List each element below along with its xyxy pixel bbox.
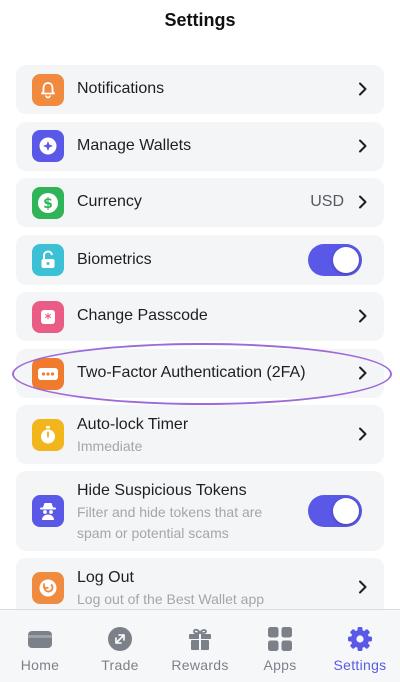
row-subtitle: Immediate bbox=[77, 438, 143, 454]
toggle-knob bbox=[333, 247, 359, 273]
settings-row-auto-lock[interactable]: Auto-lock Timer Immediate bbox=[16, 405, 384, 464]
toggle-knob bbox=[333, 498, 359, 524]
svg-text:*: * bbox=[45, 312, 52, 326]
stopwatch-icon bbox=[32, 419, 64, 451]
tab-apps[interactable]: Apps bbox=[240, 610, 320, 682]
tab-bar: Home Trade Rewards Apps Settings bbox=[0, 609, 400, 682]
chevron-right-icon bbox=[359, 195, 367, 209]
password-dots-icon bbox=[32, 358, 64, 390]
hide-tokens-toggle[interactable] bbox=[308, 495, 362, 527]
settings-row-change-passcode[interactable]: * Change Passcode bbox=[16, 292, 384, 341]
tab-rewards[interactable]: Rewards bbox=[160, 610, 240, 682]
tab-trade[interactable]: Trade bbox=[80, 610, 160, 682]
tab-home[interactable]: Home bbox=[0, 610, 80, 682]
biometrics-toggle[interactable] bbox=[308, 244, 362, 276]
logout-icon bbox=[32, 572, 64, 604]
settings-row-biometrics: Biometrics bbox=[16, 235, 384, 285]
chevron-right-icon bbox=[359, 580, 367, 594]
row-label: Log Out bbox=[77, 569, 134, 586]
chevron-right-icon bbox=[359, 82, 367, 96]
tab-label: Rewards bbox=[171, 657, 229, 673]
chevron-right-icon bbox=[359, 366, 367, 380]
settings-row-hide-tokens: Hide Suspicious Tokens Filter and hide t… bbox=[16, 471, 384, 551]
chevron-right-icon bbox=[359, 427, 367, 441]
spy-icon bbox=[32, 495, 64, 527]
chevron-right-icon bbox=[359, 139, 367, 153]
row-label: Manage Wallets bbox=[77, 137, 192, 154]
bell-icon bbox=[32, 74, 64, 106]
row-label: Hide Suspicious Tokens bbox=[77, 482, 247, 499]
tab-label: Home bbox=[20, 657, 60, 673]
settings-row-currency[interactable]: $ Currency USD bbox=[16, 178, 384, 227]
row-label: Biometrics bbox=[77, 251, 152, 268]
dollar-icon: $ bbox=[32, 187, 64, 219]
grid-icon bbox=[267, 626, 293, 652]
settings-row-manage-wallets[interactable]: Manage Wallets bbox=[16, 122, 384, 171]
tab-settings[interactable]: Settings bbox=[320, 610, 400, 682]
settings-row-notifications[interactable]: Notifications bbox=[16, 65, 384, 114]
tab-label: Apps bbox=[263, 657, 297, 673]
tab-label: Trade bbox=[101, 657, 139, 673]
row-label: Currency bbox=[77, 193, 142, 210]
page-title: Settings bbox=[164, 10, 236, 30]
svg-text:$: $ bbox=[43, 196, 53, 212]
settings-row-two-factor[interactable]: Two-Factor Authentication (2FA) bbox=[16, 349, 384, 398]
tab-label: Settings bbox=[333, 657, 387, 673]
row-label: Two-Factor Authentication (2FA) bbox=[77, 364, 306, 381]
gift-icon bbox=[187, 626, 213, 652]
row-label: Notifications bbox=[77, 80, 165, 97]
chevron-right-icon bbox=[359, 309, 367, 323]
unlock-icon bbox=[32, 244, 64, 276]
gear-icon bbox=[347, 626, 373, 652]
row-label: Auto-lock Timer bbox=[77, 416, 189, 433]
row-label: Change Passcode bbox=[77, 307, 208, 324]
wallet-icon bbox=[32, 130, 64, 162]
currency-value: USD bbox=[310, 193, 344, 210]
row-subtitle: Log out of the Best Wallet app bbox=[77, 591, 265, 607]
asterisk-icon: * bbox=[32, 301, 64, 333]
wallet-card-icon bbox=[27, 626, 53, 652]
swap-icon bbox=[107, 626, 133, 652]
row-subtitle: Filter and hide tokens that are spam or … bbox=[77, 504, 263, 541]
